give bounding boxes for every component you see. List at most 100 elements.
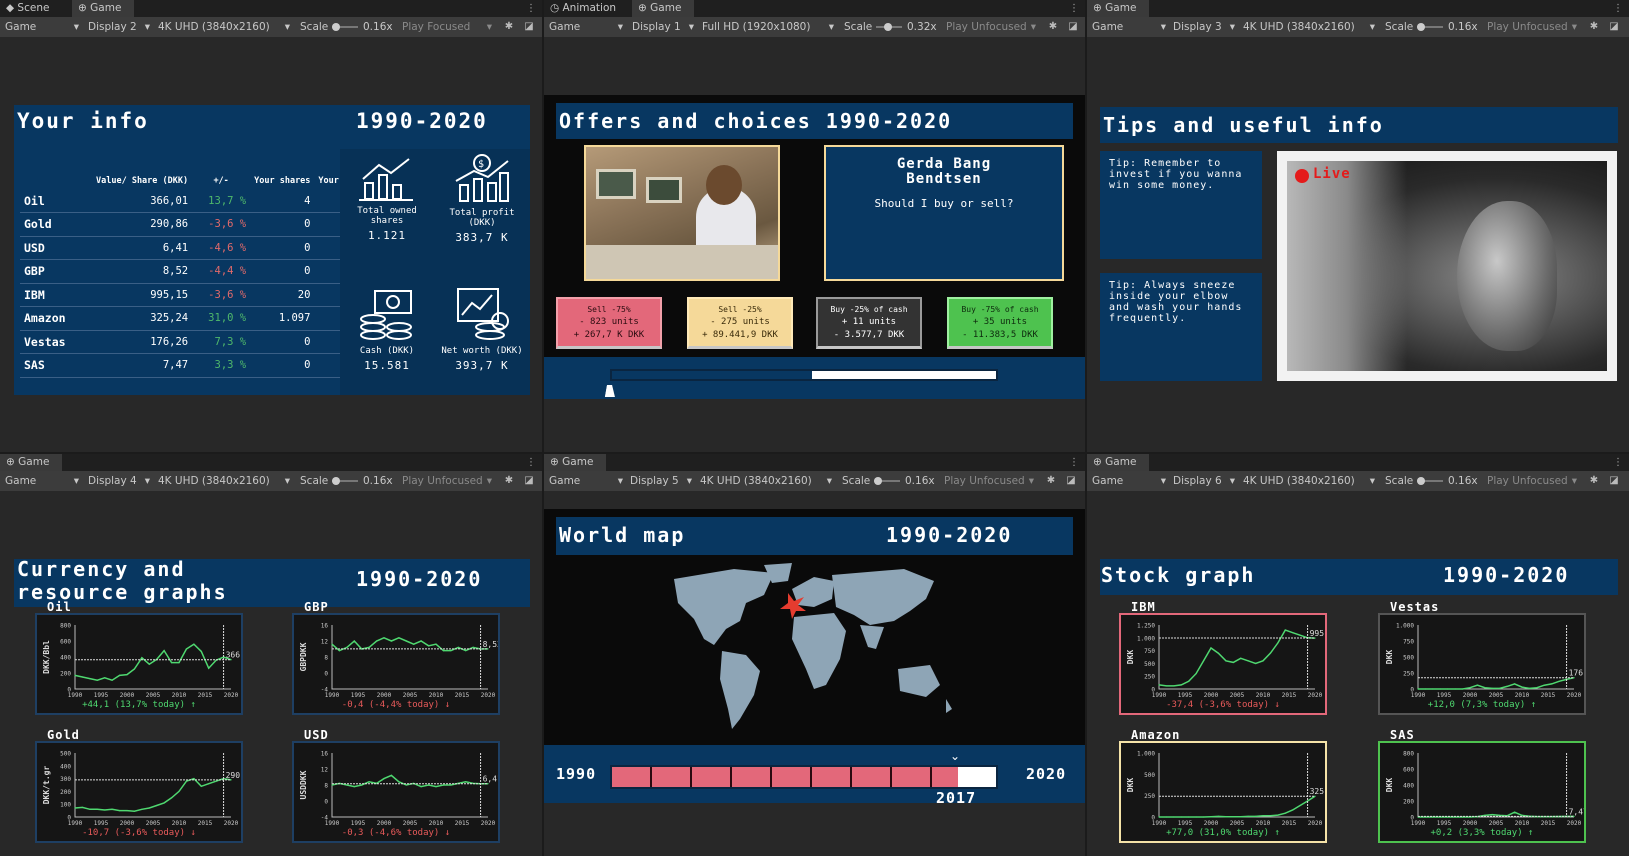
resolution-dropdown[interactable]: 4K UHD (3840x2160) ▾ [1243, 471, 1375, 491]
gear-icon[interactable]: ✱ [1044, 474, 1058, 488]
slider-knob[interactable] [1417, 477, 1425, 485]
slider-knob[interactable] [332, 23, 340, 31]
x-tick-label: 2000 [377, 692, 392, 699]
x-tick-label: 1995 [1178, 820, 1193, 827]
more-options-icon[interactable]: ⋮ [1613, 454, 1623, 471]
gear-icon[interactable]: ✱ [1046, 20, 1060, 34]
scale-slider[interactable] [332, 477, 358, 485]
currency-title-line1: Currency and [17, 557, 186, 581]
play-mode-dropdown[interactable]: Play Unfocused ▾ [944, 471, 1034, 491]
data-point [1424, 688, 1427, 690]
stats-icon[interactable]: ◪ [1066, 20, 1080, 34]
stats-icon[interactable]: ◪ [1607, 474, 1621, 488]
data-point [1232, 816, 1234, 818]
game-view-dropdown[interactable]: Game ▾ [1092, 471, 1166, 491]
asset-change-text: 7,3 [214, 335, 234, 348]
play-mode-dropdown[interactable]: Play Unfocused ▾ [402, 471, 492, 491]
timeline-marker-icon: ⌄ [950, 749, 961, 763]
tab-animation[interactable]: ◷ Animation [544, 0, 632, 17]
offer-button-2[interactable]: Sell -25% - 275 units + 89.441,9 DKK [687, 297, 793, 349]
networth-tile: Net worth (DKK) 393,7 K [434, 285, 530, 372]
display-dropdown[interactable]: Display 2 ▾ [88, 17, 150, 37]
more-options-icon[interactable]: ⋮ [1069, 0, 1079, 17]
asset-shares: 4 [250, 189, 315, 213]
resolution-dropdown[interactable]: 4K UHD (3840x2160) ▾ [700, 471, 832, 491]
tab-game[interactable]: ⊕ Game [1087, 0, 1149, 17]
gear-icon[interactable]: ✱ [1587, 474, 1601, 488]
x-tick-label: 2020 [1308, 820, 1323, 827]
tip-text-2: Tip: Always sneeze inside your elbow and… [1109, 280, 1243, 324]
character-question: Should I buy or sell? [874, 197, 1014, 210]
tab-game[interactable]: ⊕ Game [72, 0, 134, 17]
tab-game[interactable]: ⊕ Game [632, 0, 694, 17]
play-mode-dropdown[interactable]: Play Unfocused ▾ [1487, 471, 1577, 491]
scale-slider[interactable] [1417, 23, 1443, 31]
gear-icon[interactable]: ✱ [502, 474, 516, 488]
game-view-dropdown[interactable]: Game ▾ [1092, 17, 1166, 37]
chart-oil: DKK/Bbl 0 200 400 600 800 1990 1995 2000 2005 2010… [35, 613, 243, 715]
display-dropdown[interactable]: Display 1 ▾ [632, 17, 694, 37]
scale-slider[interactable] [1417, 477, 1443, 485]
chart-axes [331, 753, 488, 818]
y-tick-label: 600 [60, 639, 71, 646]
game-view-dropdown[interactable]: Game ▾ [549, 471, 623, 491]
slider-knob[interactable] [874, 477, 882, 485]
gear-icon[interactable]: ✱ [1587, 20, 1601, 34]
data-point [1180, 816, 1182, 818]
game-view-dropdown[interactable]: Game ▾ [5, 17, 79, 37]
y-tick-label: 600 [1403, 767, 1414, 774]
resolution-dropdown[interactable]: 4K UHD (3840x2160) ▾ [1243, 17, 1375, 37]
tab-scene[interactable]: ◆ Scene [0, 0, 72, 17]
slider-knob[interactable] [884, 23, 892, 31]
stats-icon[interactable]: ◪ [522, 474, 536, 488]
offer-button-3[interactable]: Buy -25% of cash + 11 units - 3.577,7 DKK [816, 297, 922, 349]
resolution-dropdown[interactable]: 4K UHD (3840x2160) ▾ [158, 17, 290, 37]
offer-button-1[interactable]: Sell -75% - 823 units + 267,7 K DKK [556, 297, 662, 349]
more-options-icon[interactable]: ⋮ [1069, 454, 1079, 471]
data-point [193, 643, 195, 645]
x-tick-label: 1995 [1178, 692, 1193, 699]
asset-change: 31,0 % [192, 306, 251, 331]
asset-change-text: -4,4 [208, 265, 234, 278]
game-view-dropdown[interactable]: Game ▾ [5, 471, 79, 491]
tab-game[interactable]: ⊕ Game [0, 454, 62, 471]
gear-icon[interactable]: ✱ [502, 20, 516, 34]
scale-slider[interactable] [874, 477, 900, 485]
data-point [1188, 680, 1190, 682]
asset-change: 3,3 % [192, 353, 251, 378]
offers-screen: Offers and choices 1990-2020 Gerda Bang … [544, 95, 1085, 399]
stats-icon[interactable]: ◪ [522, 20, 536, 34]
display-dropdown[interactable]: Display 4 ▾ [88, 471, 150, 491]
tab-game[interactable]: ⊕ Game [544, 454, 606, 471]
y-axis-label: USDDKK [299, 770, 308, 799]
more-options-icon[interactable]: ⋮ [526, 454, 536, 471]
more-options-icon[interactable]: ⋮ [1613, 0, 1623, 17]
y-tick-label: 16 [321, 751, 329, 758]
chart-svg: DKK02505007501.0001.2501990 1995 2000 2005 2… [1126, 623, 1325, 700]
display-dropdown[interactable]: Display 6 ▾ [1173, 471, 1235, 491]
stats-icon[interactable]: ◪ [1064, 474, 1078, 488]
more-options-icon[interactable]: ⋮ [526, 0, 536, 17]
play-mode-dropdown[interactable]: Play Unfocused ▾ [1487, 17, 1577, 37]
profit-label: Total profit (DKK) [449, 208, 515, 228]
stats-icon[interactable]: ◪ [1607, 20, 1621, 34]
play-mode-dropdown[interactable]: Play Unfocused ▾ [946, 17, 1036, 37]
resolution-dropdown[interactable]: 4K UHD (3840x2160) ▾ [158, 471, 290, 491]
y-tick-label: 1.000 [1137, 635, 1155, 642]
play-mode-dropdown[interactable]: Play Focused ▾ [402, 17, 492, 37]
character-card: Gerda Bang Bendtsen Should I buy or sell… [824, 145, 1064, 281]
slider-knob[interactable] [332, 477, 340, 485]
display-dropdown[interactable]: Display 3 ▾ [1173, 17, 1235, 37]
percent-sign: % [233, 359, 247, 372]
resolution-dropdown[interactable]: Full HD (1920x1080) ▾ [702, 17, 834, 37]
offer-button-4[interactable]: Buy -75% of cash + 35 units - 11.383,5 DKK [947, 297, 1053, 349]
game-view-dropdown[interactable]: Game ▾ [549, 17, 623, 37]
scale-slider[interactable] [332, 23, 358, 31]
slider-knob[interactable] [1417, 23, 1425, 31]
scale-slider[interactable] [876, 23, 902, 31]
tab-game[interactable]: ⊕ Game [1087, 454, 1149, 471]
x-tick-label: 2010 [1515, 820, 1530, 827]
asset-name-text: Gold [24, 217, 52, 232]
display-dropdown[interactable]: Display 5 ▾ [630, 471, 692, 491]
data-point [405, 640, 407, 642]
